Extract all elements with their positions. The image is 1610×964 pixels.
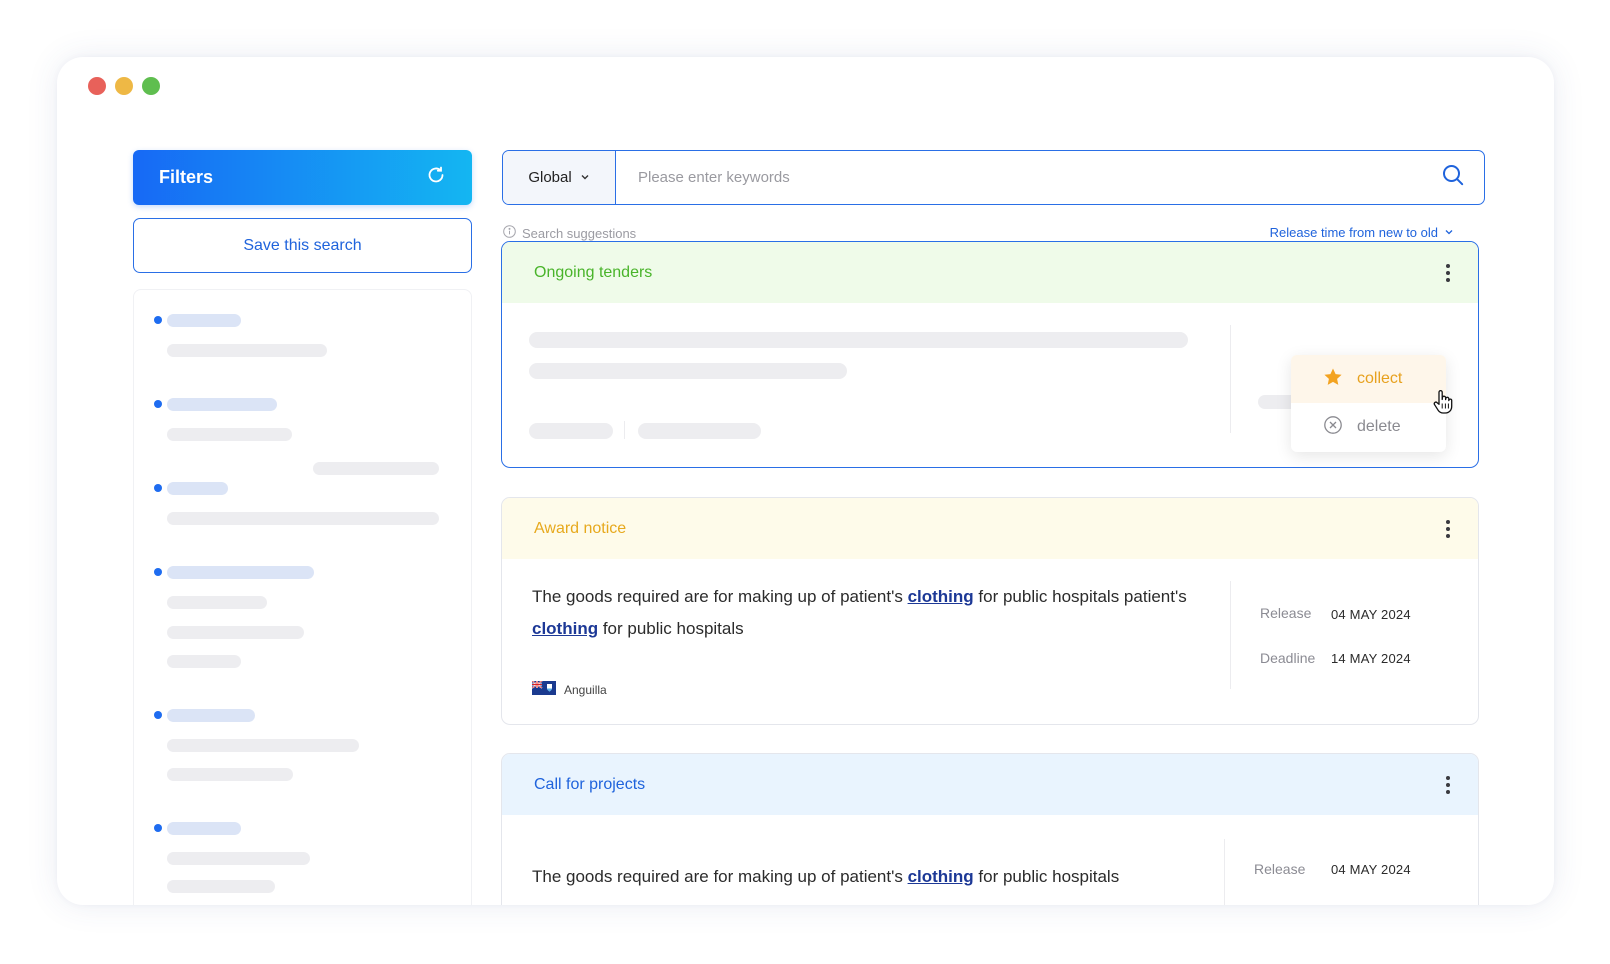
close-window-button[interactable] [88,77,106,95]
divider [624,421,625,439]
divider [1224,839,1225,905]
delete-menu-item[interactable]: delete [1291,403,1446,451]
search-input[interactable] [616,151,1422,204]
skeleton-line [167,880,275,893]
filter-bullet [154,568,162,576]
filters-title: Filters [159,167,214,187]
desc-text: The goods required are for making up of … [532,867,908,886]
skeleton-line [167,398,277,411]
search-suggestions[interactable]: Search suggestions [503,225,636,241]
skeleton-line [167,314,241,327]
info-icon [503,225,516,241]
filter-bullet [154,400,162,408]
skeleton-line [167,512,439,525]
keyword-highlight: clothing [907,587,974,606]
skeleton-line [167,482,228,495]
filter-bullet [154,316,162,324]
keyword-highlight: clothing [532,619,599,638]
divider [1230,325,1231,433]
skeleton-line [167,566,314,579]
desc-text: for public hospitals [598,619,744,638]
sort-dropdown[interactable]: Release time from new to old [1270,225,1454,240]
desc-text: for public hospitals patient's [973,587,1187,606]
keyword-highlight: clothing [907,867,974,886]
result-card[interactable]: Call for projects The goods required are… [501,753,1479,905]
filter-bullet [154,824,162,832]
minimize-window-button[interactable] [115,77,133,95]
skeleton-line [167,596,267,609]
card-header: Award notice [502,498,1478,559]
skeleton-line [313,462,439,475]
card-type-label: Ongoing tenders [534,263,653,281]
filter-bullet [154,711,162,719]
country-tag: Anguilla [531,680,607,698]
refresh-icon[interactable] [426,165,446,190]
delete-label: delete [1357,418,1401,435]
skeleton-line [167,739,359,752]
desc-text: for public hospitals [973,867,1120,886]
card-context-menu: collect delete [1291,355,1446,452]
skeleton-line [167,428,292,441]
search-icon [1442,164,1464,191]
release-date: 04 MAY 2024 [1331,607,1411,622]
filters-header[interactable]: Filters [133,150,472,205]
card-type-label: Call for projects [534,775,646,793]
skeleton-line [529,423,613,439]
skeleton-line [167,626,304,639]
deadline-date: 14 MAY 2024 [1331,651,1411,666]
result-card[interactable]: Award notice The goods required are for … [501,497,1479,725]
scope-value: Global [528,169,572,186]
desc-text: The goods required are for making up of … [532,587,908,606]
skeleton-line [167,344,327,357]
card-header: Call for projects [502,754,1478,815]
search-suggestions-label: Search suggestions [522,225,637,241]
scope-dropdown[interactable]: Global [503,151,616,204]
more-options-icon[interactable] [1446,519,1450,538]
hand-cursor-icon [1432,389,1454,420]
release-date: 04 MAY 2024 [1331,862,1411,877]
close-circle-icon [1323,415,1343,440]
filter-bullet [154,484,162,492]
chevron-down-icon [1444,225,1454,240]
skeleton-line [167,709,255,722]
card-description[interactable]: The goods required are for making up of … [532,581,1212,645]
skeleton-line [167,655,241,668]
skeleton-line [529,332,1188,348]
skeleton-line [529,363,847,379]
skeleton-line [167,768,293,781]
divider [1230,581,1231,689]
star-icon [1323,367,1343,392]
deadline-label: Deadline [1260,650,1316,666]
search-button[interactable] [1422,151,1484,204]
release-label: Release [1254,861,1306,877]
collect-menu-item[interactable]: collect [1291,355,1446,403]
more-options-icon[interactable] [1446,263,1450,282]
collect-label: collect [1357,370,1403,387]
card-description[interactable]: The goods required are for making up of … [532,861,1212,893]
skeleton-line [638,423,761,439]
filter-list-skeleton [133,289,472,905]
skeleton-line [167,822,241,835]
app-window: Filters Save this search Global Please e… [57,57,1554,905]
card-header: Ongoing tenders [502,242,1478,303]
skeleton-line [167,852,310,865]
release-label: Release [1260,605,1312,621]
more-options-icon[interactable] [1446,775,1450,794]
search-bar: Global [502,150,1485,205]
maximize-window-button[interactable] [142,77,160,95]
card-type-label: Award notice [534,519,627,537]
anguilla-flag-icon [531,680,556,698]
chevron-down-icon [580,169,590,186]
country-name: Anguilla [564,682,607,697]
sort-label: Release time from new to old [1269,225,1438,240]
save-search-button[interactable]: Save this search [133,218,472,273]
